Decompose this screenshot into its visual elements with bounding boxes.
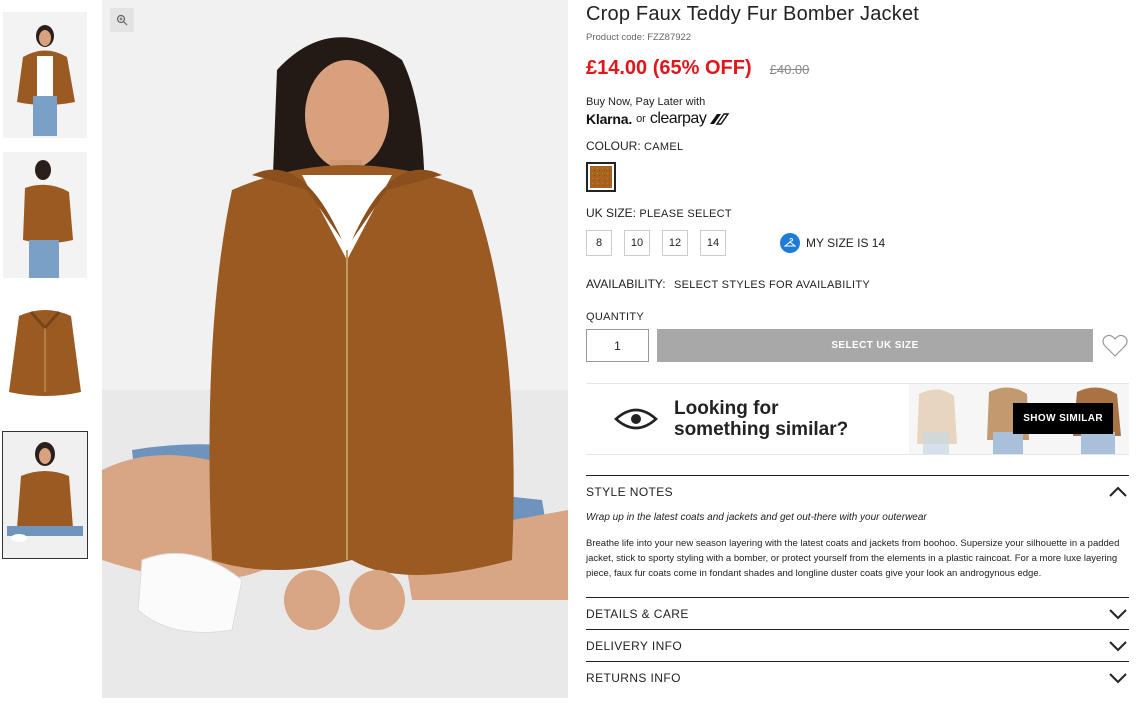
clearpay-logo[interactable]: clearpay bbox=[650, 110, 707, 128]
returns-info-title: RETURNS INFO bbox=[586, 670, 681, 685]
similar-banner: Looking for something similar? SHOW SIMI… bbox=[586, 383, 1129, 455]
thumbnail-list bbox=[2, 12, 88, 572]
colour-swatch-camel[interactable] bbox=[586, 162, 616, 192]
size-value: PLEASE SELECT bbox=[639, 208, 732, 220]
klarna-logo[interactable]: Klarna. bbox=[586, 111, 632, 127]
details-care-header[interactable]: DETAILS & CARE bbox=[586, 598, 1129, 629]
chevron-down-icon bbox=[1109, 640, 1127, 651]
price-row: £14.00 (65% OFF) £40.00 bbox=[586, 57, 1129, 80]
thumbnail-2[interactable] bbox=[3, 152, 87, 278]
chevron-up-icon bbox=[1109, 486, 1127, 497]
my-size-label: MY SIZE IS 14 bbox=[806, 236, 886, 250]
availability-row: AVAILABILITY: SELECT STYLES FOR AVAILABI… bbox=[586, 277, 1129, 291]
product-code: Product code: FZZ87922 bbox=[586, 32, 692, 43]
style-notes-lead: Wrap up in the latest coats and jackets … bbox=[586, 512, 927, 523]
thumbnail-4[interactable] bbox=[2, 431, 88, 559]
accordion-returns-info: RETURNS INFO bbox=[586, 661, 1129, 693]
size-option-12[interactable]: 12 bbox=[662, 230, 688, 256]
original-price: £40.00 bbox=[769, 62, 810, 77]
eye-icon bbox=[614, 408, 658, 430]
similar-line-1: Looking for bbox=[674, 398, 779, 419]
size-options: 8 10 12 14 MY SIZE IS 14 bbox=[586, 230, 1129, 256]
similar-heading: Looking for something similar? bbox=[674, 398, 848, 440]
sale-price: £14.00 (65% OFF) bbox=[586, 57, 752, 79]
thumbnail-3[interactable] bbox=[3, 292, 87, 418]
main-product-image[interactable] bbox=[102, 0, 568, 698]
quantity-label: QUANTITY bbox=[586, 311, 645, 323]
heart-icon[interactable] bbox=[1101, 332, 1129, 360]
style-notes-text: Breathe life into your new season layeri… bbox=[586, 538, 1120, 579]
style-notes-body: Wrap up in the latest coats and jackets … bbox=[586, 512, 1129, 597]
chevron-down-icon bbox=[1109, 608, 1127, 619]
colour-row: COLOUR: CAMEL bbox=[586, 139, 1129, 153]
chevron-down-icon bbox=[1109, 672, 1127, 683]
size-label-row: UK SIZE: PLEASE SELECT bbox=[586, 206, 1129, 220]
bnpl-text: Buy Now, Pay Later with bbox=[586, 96, 706, 108]
accordion-details-care: DETAILS & CARE bbox=[586, 597, 1129, 629]
clearpay-arrows-icon bbox=[710, 113, 730, 125]
bnpl-or: or bbox=[636, 113, 646, 125]
accordion-style-notes: STYLE NOTES Wrap up in the latest coats … bbox=[586, 475, 1129, 597]
availability-label: AVAILABILITY: bbox=[586, 277, 666, 291]
delivery-info-header[interactable]: DELIVERY INFO bbox=[586, 630, 1129, 661]
colour-value: CAMEL bbox=[644, 141, 684, 153]
product-details: Crop Faux Teddy Fur Bomber Jacket Produc… bbox=[586, 0, 1129, 693]
product-title: Crop Faux Teddy Fur Bomber Jacket bbox=[586, 3, 920, 25]
size-option-10[interactable]: 10 bbox=[624, 230, 650, 256]
size-label: UK SIZE: bbox=[586, 206, 637, 220]
hanger-icon bbox=[780, 233, 800, 253]
availability-value: SELECT STYLES FOR AVAILABILITY bbox=[673, 279, 871, 291]
accordion-delivery-info: DELIVERY INFO bbox=[586, 629, 1129, 661]
bnpl-logos[interactable]: Klarna. or clearpay bbox=[586, 110, 1129, 128]
style-notes-header[interactable]: STYLE NOTES bbox=[586, 476, 1129, 507]
quantity-input[interactable] bbox=[586, 329, 649, 362]
style-notes-title: STYLE NOTES bbox=[586, 484, 674, 499]
similar-line-2: something similar? bbox=[674, 419, 849, 440]
purchase-row: SELECT UK SIZE bbox=[586, 329, 1129, 362]
select-size-button[interactable]: SELECT UK SIZE bbox=[657, 329, 1093, 362]
zoom-icon[interactable] bbox=[110, 8, 134, 32]
colour-label: COLOUR: bbox=[586, 139, 641, 153]
size-option-8[interactable]: 8 bbox=[586, 230, 612, 256]
returns-info-header[interactable]: RETURNS INFO bbox=[586, 662, 1129, 693]
thumbnail-1[interactable] bbox=[3, 12, 87, 138]
details-care-title: DETAILS & CARE bbox=[586, 606, 689, 621]
size-option-14[interactable]: 14 bbox=[700, 230, 726, 256]
my-size-button[interactable]: MY SIZE IS 14 bbox=[780, 233, 885, 253]
delivery-info-title: DELIVERY INFO bbox=[586, 638, 683, 653]
show-similar-button[interactable]: SHOW SIMILAR bbox=[1013, 403, 1113, 434]
